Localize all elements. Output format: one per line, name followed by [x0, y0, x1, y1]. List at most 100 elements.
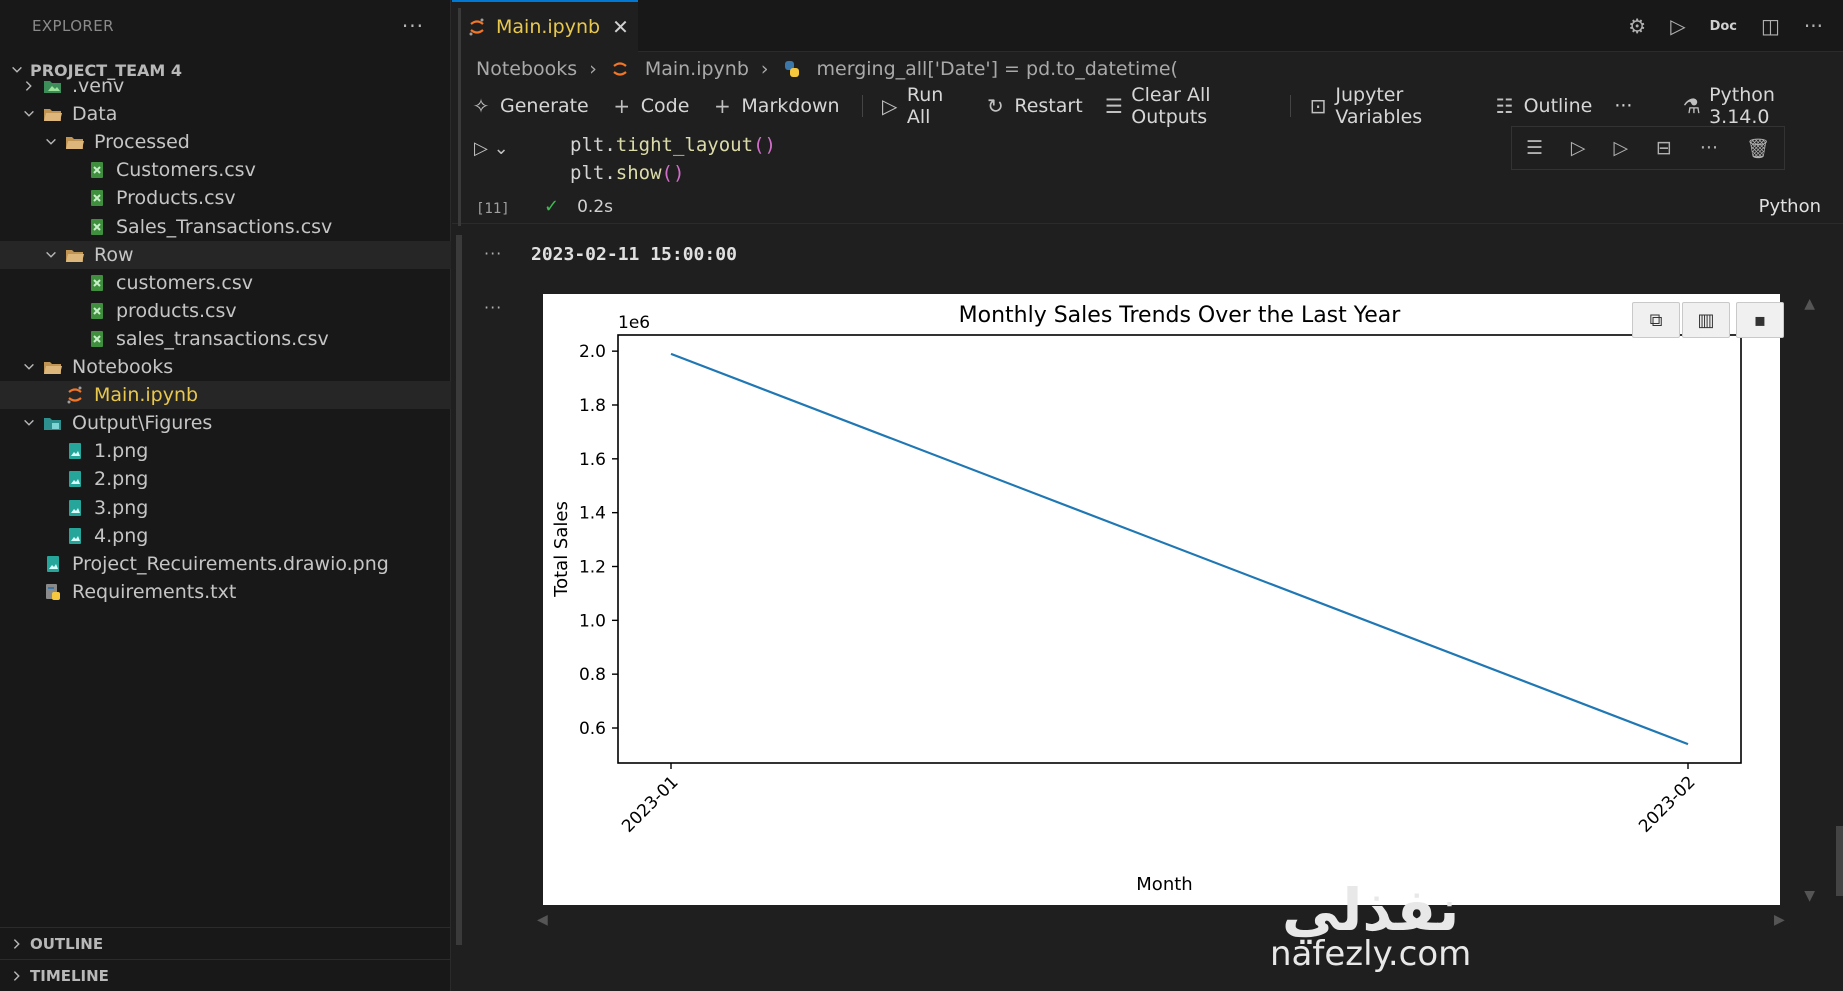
tree-file-1-png[interactable]: 1.png: [0, 437, 451, 465]
variables-label: Jupyter Variables: [1335, 84, 1423, 128]
tree-folder-venv[interactable]: .venv: [0, 72, 451, 100]
add-markdown-button[interactable]: + Markdown: [711, 94, 840, 118]
tree-file-products-csv[interactable]: products.csv: [0, 297, 451, 325]
chevron-right-icon: [20, 77, 38, 95]
tree-file-3-png[interactable]: 3.png: [0, 494, 451, 522]
settings-gear-icon[interactable]: ⚙: [1628, 14, 1646, 38]
x-axis-label: Month: [1136, 874, 1192, 895]
copy-image-button[interactable]: ⧉: [1632, 302, 1680, 338]
jupyter-icon: [466, 17, 488, 37]
output-more-icon[interactable]: ···: [484, 244, 502, 263]
tree-folder-output-figures[interactable]: Output\Figures: [0, 409, 451, 437]
add-code-button[interactable]: + Code: [611, 94, 689, 118]
run-all-button[interactable]: ▷ Run All: [880, 84, 962, 128]
tab-main-ipynb[interactable]: Main.ipynb ✕: [452, 0, 638, 52]
tree-file-customers-csv[interactable]: customers.csv: [0, 269, 451, 297]
code-line[interactable]: plt.show(): [570, 162, 684, 184]
image-file-icon: [64, 498, 86, 518]
save-image-button[interactable]: ▪: [1736, 302, 1784, 338]
scroll-down-icon[interactable]: ▼: [1804, 888, 1815, 904]
tree-item-label: Products.csv: [116, 187, 236, 210]
tree-item-label: Sales_Transactions.csv: [116, 215, 333, 238]
run-cell-icon[interactable]: ▷ ⌄: [474, 138, 509, 159]
markdown-label: Markdown: [741, 95, 840, 117]
plus-icon: +: [613, 94, 631, 118]
cell-more-icon[interactable]: ···: [1700, 137, 1718, 159]
line-chart: Monthly Sales Trends Over the Last Year 1…: [551, 303, 1742, 895]
tree-file-products-csv[interactable]: Products.csv: [0, 184, 451, 212]
generate-button[interactable]: ✧ Generate: [470, 94, 589, 118]
timeline-section-label: TIMELINE: [30, 967, 109, 985]
doc-button[interactable]: Doc: [1710, 19, 1737, 34]
sidebar-scrollbar[interactable]: [456, 235, 462, 945]
tree-file-requirements-txt[interactable]: Requirements.txt: [0, 578, 451, 606]
breadcrumb-item-cell[interactable]: merging_all['Date'] = pd.to_datetime(: [817, 58, 1178, 80]
execution-status: ✓ 0.2s: [544, 196, 613, 217]
kernel-picker[interactable]: ⚗ Python 3.14.0: [1682, 84, 1821, 128]
close-icon[interactable]: ✕: [612, 15, 629, 39]
breadcrumb-item-notebooks[interactable]: Notebooks: [476, 58, 577, 80]
tree-folder-data[interactable]: Data: [0, 100, 451, 128]
y-tick-label: 1.2: [579, 557, 606, 577]
tree-folder-processed[interactable]: Processed: [0, 128, 451, 156]
csv-file-icon: [86, 160, 108, 180]
clear-outputs-button[interactable]: ☰ Clear All Outputs: [1105, 84, 1268, 128]
open-plot-viewer-button[interactable]: ▥: [1682, 302, 1730, 338]
tree-item-label: sales_transactions.csv: [116, 327, 329, 350]
execute-above-icon[interactable]: ▷: [1571, 137, 1586, 159]
breadcrumb-item-main[interactable]: Main.ipynb: [645, 58, 749, 80]
tree-file-sales-transactions-csv[interactable]: Sales_Transactions.csv: [0, 213, 451, 241]
delete-cell-icon[interactable]: 🗑: [1746, 137, 1770, 160]
code-line[interactable]: plt.tight_layout(): [570, 134, 776, 156]
save-icon: ▪: [1753, 309, 1767, 331]
cell-language[interactable]: Python: [1759, 196, 1821, 217]
timeline-section[interactable]: TIMELINE: [0, 959, 451, 991]
tree-file-sales-transactions-csv[interactable]: sales_transactions.csv: [0, 325, 451, 353]
code-cell[interactable]: ▷ ⌄ plt.tight_layout() plt.show() [11] ✓…: [452, 126, 1843, 224]
code-parens: (): [661, 162, 685, 184]
restart-button[interactable]: ↻ Restart: [984, 94, 1083, 118]
clear-all-icon: ☰: [1105, 94, 1123, 118]
folder-open-icon: [42, 104, 64, 124]
tree-file-4-png[interactable]: 4.png: [0, 522, 451, 550]
run-by-line-icon[interactable]: ☰: [1526, 137, 1543, 159]
scroll-left-icon[interactable]: ◀: [537, 912, 548, 928]
outline-section-label: OUTLINE: [30, 935, 104, 953]
plot-output: Monthly Sales Trends Over the Last Year 1…: [543, 294, 1784, 905]
watermark-latin: nafezly.com: [1270, 934, 1472, 974]
more-actions-icon[interactable]: ···: [1804, 14, 1823, 38]
x-tick-label: 2023-01: [618, 772, 682, 836]
toolbar-more-button[interactable]: ···: [1614, 95, 1632, 117]
tree-folder-notebooks[interactable]: Notebooks: [0, 353, 451, 381]
code-object: plt: [570, 162, 605, 184]
outline-button[interactable]: ☷ Outline: [1494, 94, 1593, 118]
scroll-up-icon[interactable]: ▲: [1804, 296, 1815, 312]
split-editor-icon[interactable]: ◫: [1761, 14, 1780, 38]
cell-toolbar: ☰ ▷ ▷ ⊟ ··· 🗑: [1511, 126, 1785, 170]
tab-bar: Main.ipynb ✕ ⚙ ▷ Doc ◫ ···: [452, 0, 1843, 52]
tree-folder-row[interactable]: Row: [0, 240, 451, 269]
code-dot: .: [604, 134, 616, 156]
tree-file-project-recuirements-drawio-png[interactable]: Project_Recuirements.drawio.png: [0, 550, 451, 578]
folder-open-icon: [64, 245, 86, 265]
watermark-arabic: نفذلي: [1281, 876, 1460, 944]
chevron-down-icon: [42, 246, 60, 264]
x-tick-label: 2023-02: [1635, 772, 1699, 836]
execute-below-icon[interactable]: ▷: [1613, 137, 1628, 159]
outline-section[interactable]: OUTLINE: [0, 927, 451, 960]
split-cell-icon[interactable]: ⊟: [1656, 137, 1672, 159]
explorer-more-button[interactable]: ···: [402, 14, 424, 38]
generate-label: Generate: [500, 95, 589, 117]
scroll-right-icon[interactable]: ▶: [1774, 912, 1785, 928]
bar-chart-icon: ▥: [1697, 309, 1715, 331]
toolbar-divider: [1289, 95, 1291, 117]
tree-file-main-ipynb[interactable]: Main.ipynb: [0, 381, 451, 410]
tree-file-2-png[interactable]: 2.png: [0, 465, 451, 493]
vertical-scrollbar-thumb[interactable]: [1836, 826, 1843, 896]
python-requirements-icon: [42, 582, 64, 602]
output-more-icon[interactable]: ···: [484, 298, 502, 317]
jupyter-variables-button[interactable]: ⊡ Jupyter Variables: [1309, 84, 1472, 128]
tree-file-customers-csv[interactable]: Customers.csv: [0, 156, 451, 184]
run-icon[interactable]: ▷: [1670, 14, 1685, 38]
tree-item-label: Project_Recuirements.drawio.png: [72, 552, 389, 575]
